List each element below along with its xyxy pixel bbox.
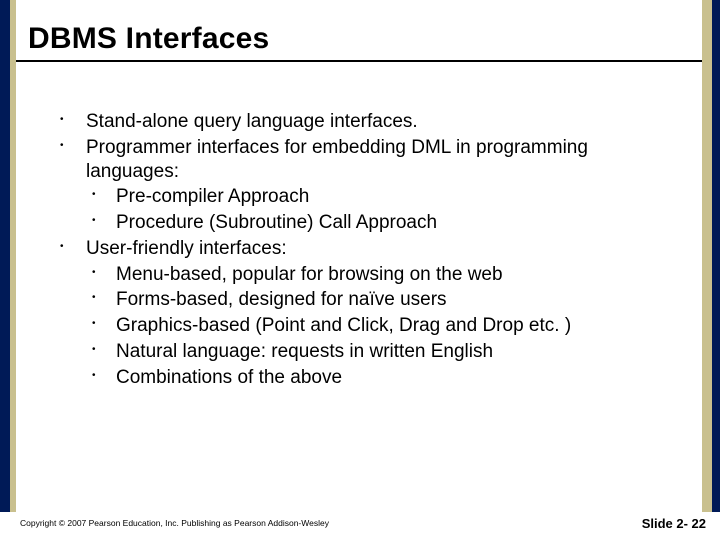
slide-footer: Copyright © 2007 Pearson Education, Inc.…	[0, 512, 720, 540]
subbullet-precompiler: Pre-compiler Approach	[86, 185, 680, 209]
right-border-stripe	[702, 12, 720, 512]
subbullet-procedure-call: Procedure (Subroutine) Call Approach	[86, 211, 680, 235]
subbullet-combinations: Combinations of the above	[86, 366, 680, 390]
copyright-text: Copyright © 2007 Pearson Education, Inc.…	[20, 518, 329, 528]
top-border-stripe	[0, 0, 720, 12]
subbullet-graphics-based: Graphics-based (Point and Click, Drag an…	[86, 314, 680, 338]
subbullet-forms-based: Forms-based, designed for naïve users	[86, 288, 680, 312]
slide-body: Stand-alone query language interfaces. P…	[60, 110, 680, 391]
subbullet-menu-based: Menu-based, popular for browsing on the …	[86, 263, 680, 287]
bullet-standalone-query: Stand-alone query language interfaces.	[60, 110, 680, 134]
title-underline	[16, 60, 702, 62]
left-border-stripe	[0, 12, 16, 512]
subbullet-natural-language: Natural language: requests in written En…	[86, 340, 680, 364]
slide-number: Slide 2- 22	[642, 516, 706, 531]
bullet-programmer-interfaces: Programmer interfaces for embedding DML …	[60, 136, 680, 184]
slide: DBMS Interfaces Stand-alone query langua…	[0, 0, 720, 540]
bullet-user-friendly: User-friendly interfaces:	[60, 237, 680, 261]
slide-title: DBMS Interfaces	[28, 22, 694, 56]
